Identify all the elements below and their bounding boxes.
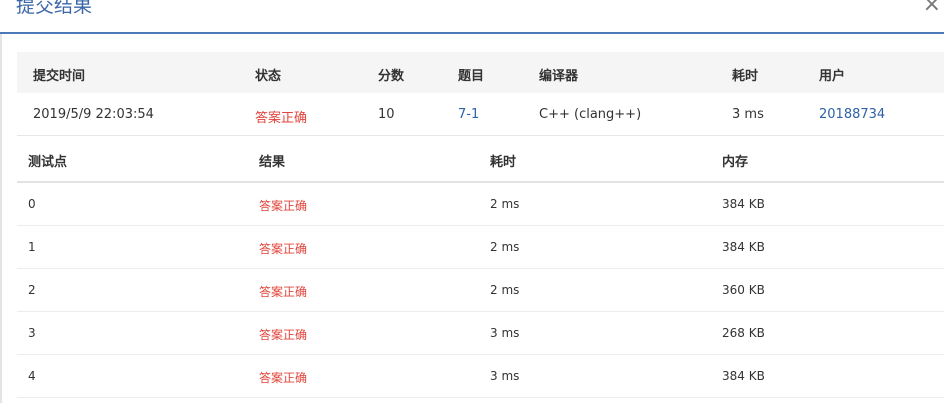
- user-link[interactable]: 20188734: [819, 107, 885, 122]
- test-point: 3: [28, 326, 36, 340]
- submit-time: 2019/5/9 22:03:54: [33, 107, 154, 122]
- test-result: 答案正确: [259, 371, 308, 385]
- test-memory: 384 KB: [722, 240, 765, 254]
- dialog-header: 提交结果 ×: [0, 0, 944, 34]
- test-result: 答案正确: [259, 285, 308, 299]
- table-row: 0 答案正确 2 ms 384 KB: [17, 183, 944, 226]
- elapsed-value: 3 ms: [732, 107, 764, 122]
- test-memory: 360 KB: [722, 283, 765, 297]
- test-memory: 384 KB: [722, 197, 765, 211]
- test-point: 2: [28, 283, 36, 297]
- test-point: 4: [28, 369, 36, 383]
- table-row: 2 答案正确 2 ms 360 KB: [17, 269, 944, 312]
- table-row: 3 答案正确 3 ms 268 KB: [17, 312, 944, 355]
- test-memory: 268 KB: [722, 326, 765, 340]
- header-elapsed: 耗时: [732, 69, 759, 84]
- header-test-point: 测试点: [28, 155, 68, 170]
- header-submit-time: 提交时间: [33, 69, 86, 84]
- score-value: 10: [378, 107, 395, 122]
- table-row: 1 答案正确 2 ms 384 KB: [17, 226, 944, 269]
- header-score: 分数: [378, 69, 405, 84]
- dialog-title: 提交结果: [16, 0, 93, 17]
- test-elapsed: 2 ms: [490, 240, 520, 254]
- test-cases-table: 测试点 结果 耗时 内存 0 答案正确 2 ms 384 KB 1 答案正确 2…: [17, 136, 944, 403]
- table-row: 4 答案正确 3 ms 384 KB: [17, 355, 944, 398]
- header-case-elapsed: 耗时: [490, 155, 517, 170]
- header-compiler: 编译器: [539, 69, 579, 84]
- test-point: 0: [28, 197, 36, 211]
- test-result: 答案正确: [259, 242, 308, 256]
- test-elapsed: 3 ms: [490, 369, 520, 383]
- test-result: 答案正确: [259, 328, 308, 342]
- header-result: 结果: [259, 155, 286, 170]
- test-result: 答案正确: [259, 199, 308, 213]
- summary-row: 2019/5/9 22:03:54 答案正确 10 7-1 C++ (clang…: [17, 93, 944, 136]
- dialog-left-border: [0, 34, 2, 403]
- header-status: 状态: [255, 69, 282, 84]
- test-elapsed: 2 ms: [490, 197, 520, 211]
- summary-header-row: 提交时间 状态 分数 题目 编译器 耗时 用户: [17, 52, 944, 93]
- test-memory: 384 KB: [722, 369, 765, 383]
- header-memory: 内存: [722, 155, 749, 170]
- close-icon[interactable]: ×: [923, 0, 941, 18]
- status-badge: 答案正确: [255, 111, 308, 126]
- header-user: 用户: [819, 69, 846, 84]
- test-elapsed: 2 ms: [490, 283, 520, 297]
- test-point: 1: [28, 240, 36, 254]
- compiler-value: C++ (clang++): [539, 107, 642, 122]
- cases-header-row: 测试点 结果 耗时 内存: [17, 136, 944, 183]
- test-elapsed: 3 ms: [490, 326, 520, 340]
- submission-summary-table: 提交时间 状态 分数 题目 编译器 耗时 用户 2019/5/9 22:03:5…: [17, 52, 944, 136]
- problem-link[interactable]: 7-1: [458, 107, 479, 122]
- header-problem: 题目: [458, 69, 485, 84]
